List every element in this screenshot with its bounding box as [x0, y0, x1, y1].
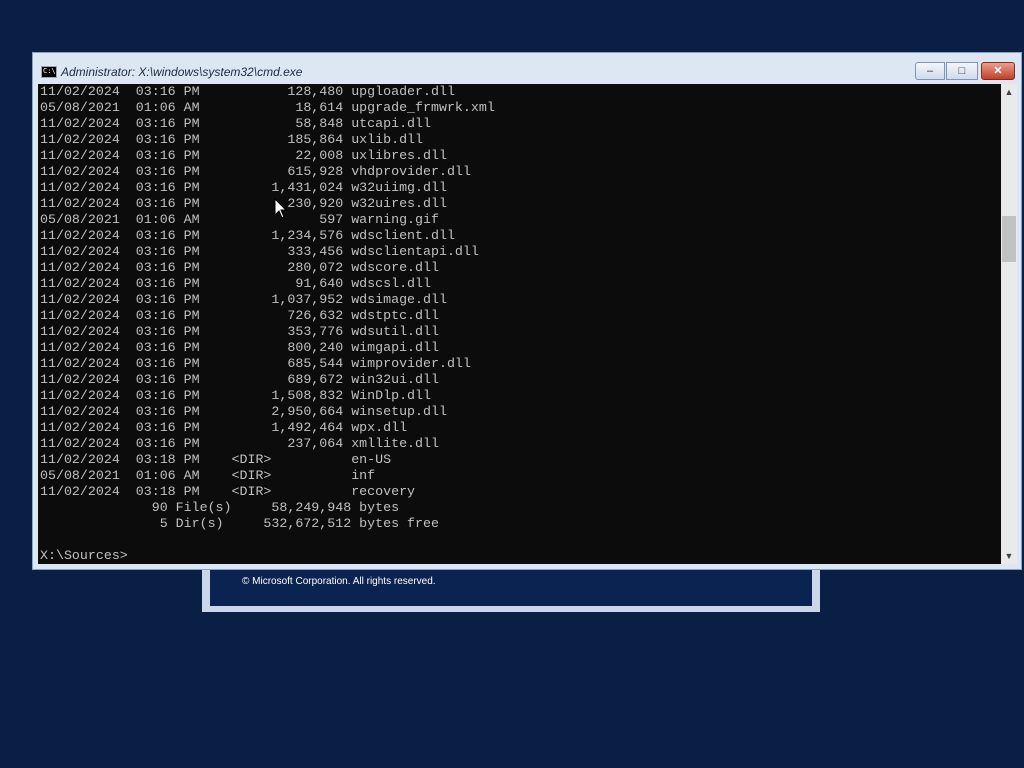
console-line: 11/02/2024 03:16 PM 615,928 vhdprovider.… — [40, 164, 471, 179]
console-line: 11/02/2024 03:16 PM 685,544 wimprovider.… — [40, 356, 471, 371]
cmd-window[interactable]: C:\ Administrator: X:\windows\system32\c… — [32, 52, 1022, 570]
console-output[interactable]: 11/02/2024 03:16 PM 128,480 upgloader.dl… — [38, 84, 1001, 564]
close-button[interactable]: ✕ — [981, 62, 1015, 80]
window-title: Administrator: X:\windows\system32\cmd.e… — [61, 65, 303, 79]
console-line: X:\Sources> — [40, 548, 128, 563]
console-line: 11/02/2024 03:16 PM 280,072 wdscore.dll — [40, 260, 439, 275]
console-line: 11/02/2024 03:16 PM 726,632 wdstptc.dll — [40, 308, 439, 323]
console-line: 90 File(s) 58,249,948 bytes — [40, 500, 400, 515]
cmd-app-icon[interactable]: C:\ — [41, 66, 57, 78]
scroll-down-icon[interactable]: ▼ — [1001, 548, 1017, 564]
console-line: 11/02/2024 03:16 PM 58,848 utcapi.dll — [40, 116, 431, 131]
maximize-button[interactable]: □ — [946, 62, 978, 80]
console-line: 11/02/2024 03:16 PM 1,234,576 wdsclient.… — [40, 228, 455, 243]
close-icon: ✕ — [993, 64, 1003, 77]
title-bar[interactable]: C:\ Administrator: X:\windows\system32\c… — [33, 53, 1021, 85]
console-line: 05/08/2021 01:06 AM <DIR> inf — [40, 468, 376, 483]
console-line: 11/02/2024 03:16 PM 91,640 wdscsl.dll — [40, 276, 431, 291]
console-line: 11/02/2024 03:16 PM 237,064 xmllite.dll — [40, 436, 439, 451]
console-line: 11/02/2024 03:16 PM 2,950,664 winsetup.d… — [40, 404, 447, 419]
console-line: 11/02/2024 03:16 PM 333,456 wdsclientapi… — [40, 244, 479, 259]
console-line: 11/02/2024 03:16 PM 353,776 wdsutil.dll — [40, 324, 439, 339]
console-line: 11/02/2024 03:16 PM 22,008 uxlibres.dll — [40, 148, 447, 163]
console-line: 11/02/2024 03:18 PM <DIR> recovery — [40, 484, 416, 499]
maximize-icon: □ — [958, 64, 966, 77]
console-line: 05/08/2021 01:06 AM 18,614 upgrade_frmwr… — [40, 100, 495, 115]
vertical-scrollbar[interactable]: ▲ ▼ — [1001, 84, 1017, 564]
console-line: 5 Dir(s) 532,672,512 bytes free — [40, 516, 439, 531]
console-line: 11/02/2024 03:18 PM <DIR> en-US — [40, 452, 392, 467]
console-line: 11/02/2024 03:16 PM 128,480 upgloader.dl… — [40, 84, 455, 99]
copyright-text: © Microsoft Corporation. All rights rese… — [242, 576, 436, 587]
minimize-button[interactable]: – — [915, 62, 945, 80]
console-line: 11/02/2024 03:16 PM 185,864 uxlib.dll — [40, 132, 424, 147]
console-line: 11/02/2024 03:16 PM 230,920 w32uires.dll — [40, 196, 447, 211]
console-line: 11/02/2024 03:16 PM 1,037,952 wdsimage.d… — [40, 292, 447, 307]
console-line: 11/02/2024 03:16 PM 1,431,024 w32uiimg.d… — [40, 180, 447, 195]
console-line: 11/02/2024 03:16 PM 689,672 win32ui.dll — [40, 372, 439, 387]
mouse-pointer-icon — [274, 198, 288, 219]
scroll-up-icon[interactable]: ▲ — [1001, 84, 1017, 100]
scroll-thumb[interactable] — [1002, 216, 1016, 262]
console-line: 11/02/2024 03:16 PM 800,240 wimgapi.dll — [40, 340, 439, 355]
console-line: 05/08/2021 01:06 AM 597 warning.gif — [40, 212, 439, 227]
minimize-icon: – — [926, 64, 934, 77]
console-line: 11/02/2024 03:16 PM 1,508,832 WinDlp.dll — [40, 388, 431, 403]
console-line: 11/02/2024 03:16 PM 1,492,464 wpx.dll — [40, 420, 408, 435]
console-lines: 11/02/2024 03:16 PM 128,480 upgloader.dl… — [40, 84, 495, 564]
